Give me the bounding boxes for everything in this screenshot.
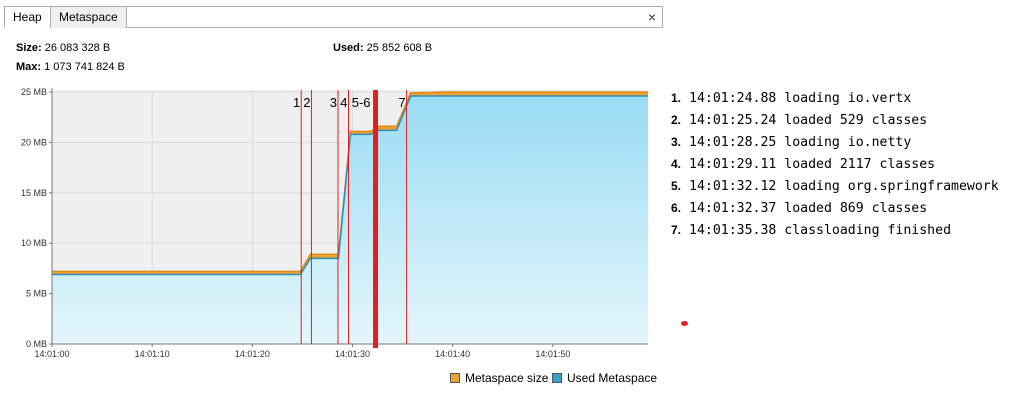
event-row: 2. 14:01:25.24 loaded 529 classes [671,109,1021,131]
event-row: 7. 14:01:35.38 classloading finished [671,219,1021,241]
x-tick-label: 14:01:00 [34,349,69,359]
event-number: 7. [671,223,682,237]
x-tick-label: 14:01:50 [535,349,570,359]
event-number: 4. [671,157,682,171]
event-text: 14:01:32.12 loading org.springframework [689,179,999,194]
event-marker-label: 3 [330,95,337,110]
y-tick-label: 5 MB [26,289,47,299]
event-row: 3. 14:01:28.25 loading io.netty [671,131,1021,153]
y-tick-label: 20 MB [21,137,47,147]
event-marker-label: 2 [303,95,310,110]
event-text: 14:01:32.37 loaded 869 classes [689,201,928,216]
event-number: 1. [671,91,682,105]
event-number: 2. [671,113,682,127]
y-tick-label: 10 MB [21,238,47,248]
event-marker-label: 5-6 [352,95,371,110]
x-tick-label: 14:01:40 [435,349,470,359]
event-row: 5. 14:01:32.12 loading org.springframewor… [671,175,1021,197]
event-text: 14:01:28.25 loading io.netty [689,135,912,150]
event-marker-label: 7 [398,95,405,110]
event-list: 1. 14:01:24.88 loading io.vertx 2. 14:01:25… [671,87,1021,241]
y-tick-label: 15 MB [21,188,47,198]
event-number: 6. [671,201,682,215]
event-text: 14:01:29.11 loaded 2117 classes [689,157,936,172]
event-marker-label: 1 [293,95,300,110]
metaspace-panel: Heap Metaspace × Size: 26 083 328 B Used… [4,6,663,394]
legend-label-metaspace-size: Metaspace size [465,371,549,385]
event-text: 14:01:24.88 loading io.vertx [689,91,912,106]
legend-label-used-metaspace: Used Metaspace [567,371,658,385]
legend-swatch-metaspace-size [450,373,460,383]
x-tick-label: 14:01:10 [135,349,170,359]
x-tick-label: 14:01:30 [335,349,370,359]
legend-swatch-used-metaspace [552,373,562,383]
event-number: 5. [671,179,682,193]
event-row: 4. 14:01:29.11 loaded 2117 classes [671,153,1021,175]
y-tick-label: 0 MB [26,339,47,349]
red-dot-mark [681,321,688,326]
event-marker-label: 4 [340,95,347,110]
legend-used-metaspace: Used Metaspace [552,371,657,385]
y-tick-label: 25 MB [21,87,47,97]
legend-metaspace-size: Metaspace size [450,371,548,385]
event-text: 14:01:25.24 loaded 529 classes [689,113,928,128]
event-row: 6. 14:01:32.37 loaded 869 classes [671,197,1021,219]
x-tick-label: 14:01:20 [235,349,270,359]
metaspace-chart: 0 MB 5 MB 10 MB 15 MB 20 MB 25 MB 14:01:00 14:0… [21,87,648,359]
event-row: 1. 14:01:24.88 loading io.vertx [671,87,1021,109]
event-text: 14:01:35.38 classloading finished [689,223,952,238]
event-number: 3. [671,135,682,149]
